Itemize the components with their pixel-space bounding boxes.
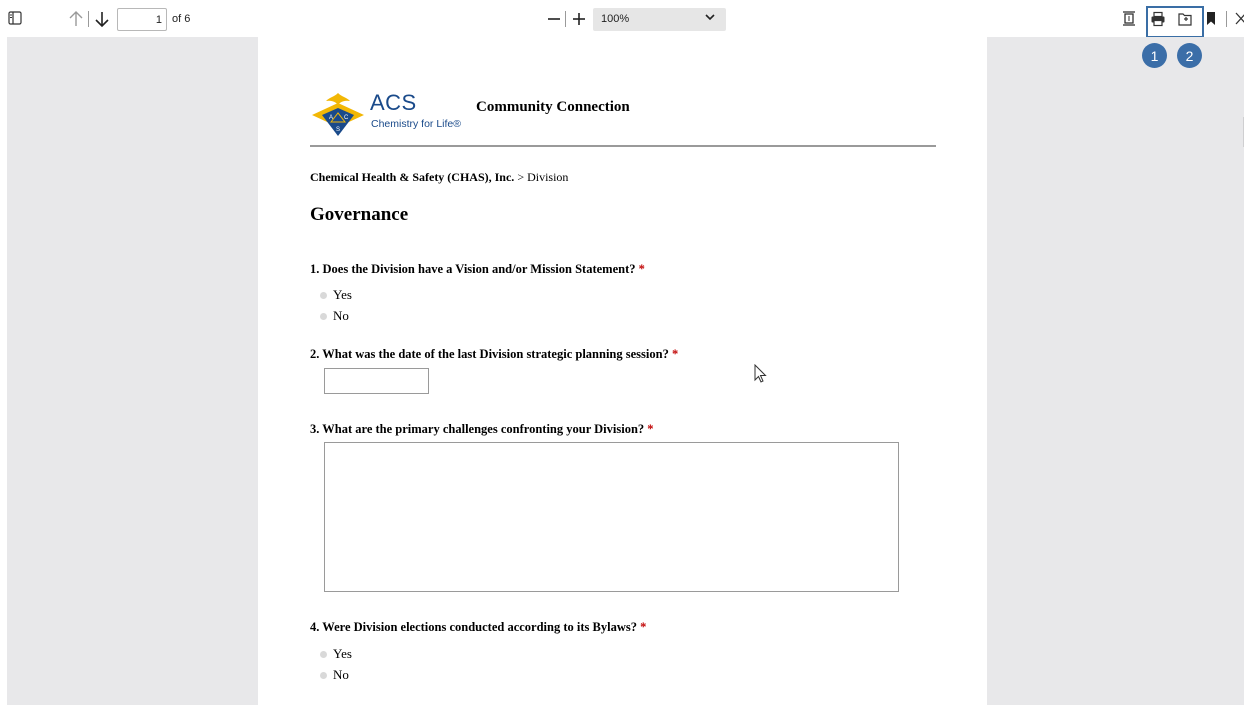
question-3: 3. What are the primary challenges confr…	[310, 422, 654, 437]
close-icon[interactable]	[1234, 11, 1244, 26]
svg-text:S: S	[336, 127, 340, 133]
chevron-down-icon[interactable]	[704, 11, 716, 23]
question-2: 2. What was the date of the last Divisio…	[310, 347, 678, 362]
toolbar-divider	[1226, 11, 1227, 27]
radio-button[interactable]	[320, 671, 327, 679]
breadcrumb-org[interactable]: Chemical Health & Safety (CHAS), Inc.	[310, 170, 514, 184]
radio-button[interactable]	[320, 312, 327, 320]
print-icon[interactable]	[1150, 11, 1166, 27]
next-page-icon[interactable]	[94, 10, 110, 28]
option-label: No	[333, 667, 349, 682]
site-title: Community Connection	[476, 99, 630, 115]
fit-page-icon[interactable]	[1122, 11, 1136, 26]
required-marker: *	[640, 620, 647, 634]
zoom-out-icon[interactable]	[546, 10, 562, 28]
q1-option-no[interactable]: No	[320, 308, 349, 324]
question-1: 1. Does the Division have a Vision and/o…	[310, 262, 645, 277]
question-text: 3. What are the primary challenges confr…	[310, 422, 645, 436]
q4-option-yes[interactable]: Yes	[320, 646, 352, 662]
zoom-value: 100%	[601, 13, 630, 25]
question-text: 1. Does the Division have a Vision and/o…	[310, 262, 636, 276]
option-label: Yes	[333, 646, 352, 661]
toolbar-divider	[565, 11, 566, 27]
mouse-cursor-icon	[754, 363, 768, 384]
radio-button[interactable]	[320, 650, 327, 658]
sidebar-toggle-icon[interactable]	[8, 11, 22, 25]
question-4: 4. Were Division elections conducted acc…	[310, 620, 646, 635]
pdf-page: A C S ACS Chemistry for Life® Community …	[258, 37, 987, 705]
header-divider	[310, 145, 936, 147]
acs-logo: A C S ACS Chemistry for Life®	[310, 89, 462, 139]
annotation-badge-2: 2	[1177, 43, 1202, 68]
previous-page-icon[interactable]	[68, 10, 84, 28]
question-text: 4. Were Division elections conducted acc…	[310, 620, 637, 634]
required-marker: *	[671, 347, 679, 361]
breadcrumb: Chemical Health & Safety (CHAS), Inc. > …	[310, 170, 568, 185]
annotation-badge-1: 1	[1142, 43, 1167, 68]
logo-brand: ACS	[370, 90, 417, 115]
page-total-label: of 6	[172, 13, 191, 25]
zoom-in-icon[interactable]	[571, 10, 587, 28]
page-title: Governance	[310, 204, 409, 225]
challenges-textarea[interactable]	[324, 442, 899, 592]
acs-seal-icon: A C S	[312, 93, 364, 136]
option-label: Yes	[333, 287, 352, 302]
logo-tagline: Chemistry for Life®	[371, 118, 462, 130]
breadcrumb-separator: >	[514, 170, 528, 184]
required-marker: *	[638, 262, 645, 276]
svg-text:C: C	[344, 115, 349, 121]
question-text: 2. What was the date of the last Divisio…	[310, 347, 669, 361]
option-label: No	[333, 308, 349, 323]
breadcrumb-section: Division	[527, 170, 569, 184]
pdf-toolbar: of 6 100%	[0, 0, 1244, 38]
toolbar-divider	[88, 11, 89, 27]
save-as-icon[interactable]	[1177, 11, 1193, 27]
svg-text:A: A	[329, 115, 333, 121]
radio-button[interactable]	[320, 291, 327, 299]
required-marker: *	[647, 422, 654, 436]
q1-option-yes[interactable]: Yes	[320, 287, 352, 303]
bookmark-icon[interactable]	[1206, 11, 1216, 26]
q4-option-no[interactable]: No	[320, 667, 349, 683]
planning-date-field[interactable]	[324, 368, 429, 394]
page-number-input[interactable]	[117, 8, 167, 31]
